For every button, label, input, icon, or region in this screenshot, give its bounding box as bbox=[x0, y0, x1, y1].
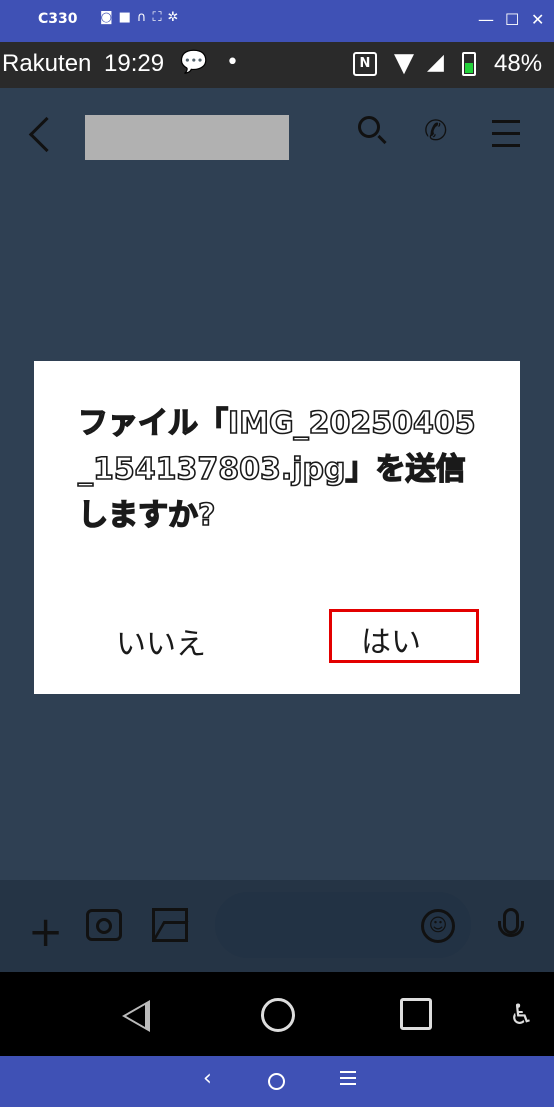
maximize-icon[interactable]: ☐ bbox=[505, 10, 519, 29]
settings-icon[interactable]: ✲ bbox=[168, 10, 185, 25]
contact-name-redacted bbox=[85, 115, 289, 160]
image-icon[interactable] bbox=[152, 908, 188, 942]
emulator-title-bar: C330 ◙■∩⛶✲ — ☐ ✕ bbox=[0, 0, 554, 42]
chat-bubble-icon: 💬 bbox=[180, 50, 208, 75]
nav-recents-icon[interactable] bbox=[400, 998, 432, 1030]
emulator-back-icon[interactable]: ‹ bbox=[203, 1066, 212, 1091]
close-icon[interactable]: ✕ bbox=[531, 10, 544, 29]
emulator-title: C330 bbox=[38, 11, 78, 27]
camera-icon[interactable] bbox=[86, 909, 122, 941]
confirm-button[interactable]: はい bbox=[361, 617, 421, 661]
signal-icon: ◢ bbox=[427, 50, 444, 75]
dialog-message: ファイル「IMG_20250405_154137803.jpg」を送信しますか? bbox=[77, 405, 476, 534]
notification-dot-icon: • bbox=[226, 50, 239, 75]
status-time: 19:29 bbox=[104, 50, 165, 77]
fullscreen-icon[interactable]: ⛶ bbox=[152, 10, 167, 25]
accessibility-icon[interactable]: ♿ bbox=[509, 998, 534, 1031]
emulator-toolbar: ◙■∩⛶✲ bbox=[100, 10, 184, 25]
status-bar: Rakuten 19:29 💬 • N ▼ ◢ 48% bbox=[0, 42, 554, 88]
carrier-name: Rakuten bbox=[2, 50, 92, 77]
cancel-button[interactable]: いいえ bbox=[116, 619, 206, 663]
battery-icon bbox=[462, 52, 476, 76]
wifi-icon: ▼ bbox=[394, 48, 414, 78]
microphone-icon[interactable] bbox=[498, 908, 524, 937]
back-chevron-icon[interactable] bbox=[28, 116, 65, 153]
emoji-icon[interactable]: ☺ bbox=[421, 909, 455, 943]
headphones-icon[interactable]: ∩ bbox=[137, 10, 153, 25]
search-icon[interactable] bbox=[358, 116, 380, 138]
camera-icon[interactable]: ◙ bbox=[100, 10, 119, 25]
nav-back-icon[interactable] bbox=[122, 1000, 150, 1032]
send-confirm-dialog: ファイル「IMG_20250405_154137803.jpg」を送信しますか?… bbox=[34, 361, 520, 694]
battery-percent: 48% bbox=[494, 50, 543, 77]
menu-icon[interactable] bbox=[492, 120, 520, 148]
nfc-icon: N bbox=[353, 52, 377, 76]
plus-icon[interactable]: + bbox=[28, 911, 63, 953]
emulator-home-icon[interactable] bbox=[268, 1073, 285, 1090]
phone-icon[interactable]: ✆ bbox=[424, 114, 447, 147]
emulator-menu-icon[interactable] bbox=[340, 1071, 356, 1085]
minimize-icon[interactable]: — bbox=[478, 10, 494, 29]
video-icon[interactable]: ■ bbox=[119, 10, 137, 25]
nav-home-icon[interactable] bbox=[261, 998, 295, 1032]
